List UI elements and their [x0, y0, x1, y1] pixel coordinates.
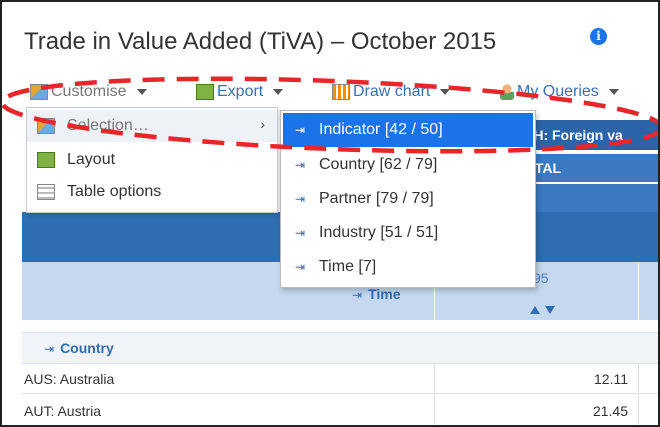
user-icon: [500, 84, 514, 100]
chevron-right-icon: ›: [260, 116, 265, 132]
menu-item-table-options[interactable]: Table options: [27, 176, 277, 208]
customise-icon: [30, 84, 48, 100]
my-queries-label: My Queries: [517, 83, 599, 100]
chevron-down-icon: [273, 89, 284, 95]
export-icon: [196, 84, 214, 100]
row-value: 21.45: [434, 396, 639, 425]
tab-arrow-icon: ⇥: [295, 192, 306, 206]
export-menu-button[interactable]: Export: [196, 80, 284, 104]
menu-item-selection[interactable]: Selection… ›: [27, 110, 277, 142]
tab-arrow-icon: ⇥: [295, 158, 306, 172]
table-row: AUS: Australia 12.11: [22, 364, 658, 394]
submenu-item-industry[interactable]: ⇥ Industry [51 / 51]: [283, 216, 533, 250]
customise-label: Customise: [51, 83, 127, 100]
country-dimension-row: ⇥ Country: [22, 332, 658, 364]
tab-arrow-icon: ⇥: [44, 342, 55, 356]
my-queries-menu-button[interactable]: My Queries: [500, 80, 619, 104]
row-country-name[interactable]: AUS: Australia: [24, 371, 114, 387]
tab-arrow-icon: ⇥: [295, 260, 306, 274]
time-label-text: Time: [368, 286, 401, 302]
submenu-item-label: Time [7]: [319, 258, 377, 275]
info-icon[interactable]: i: [590, 28, 607, 45]
submenu-item-indicator[interactable]: ⇥ Indicator [42 / 50]: [283, 113, 533, 147]
chevron-down-icon: [440, 89, 451, 95]
tab-arrow-icon: ⇥: [352, 288, 363, 302]
menu-item-label: Table options: [67, 183, 162, 200]
toolbar: Customise Export Draw chart My Queries: [24, 76, 658, 106]
row-value: 12.11: [434, 364, 639, 394]
chevron-down-icon: [608, 89, 619, 95]
country-label-text: Country: [60, 340, 114, 356]
customise-dropdown-menu: Selection… › Layout Table options: [26, 107, 278, 213]
selection-icon: [37, 118, 55, 134]
app-frame: Trade in Value Added (TiVA) – October 20…: [0, 0, 660, 427]
submenu-item-partner[interactable]: ⇥ Partner [79 / 79]: [283, 182, 533, 216]
submenu-item-time[interactable]: ⇥ Time [7]: [283, 250, 533, 284]
table-row: AUT: Austria 21.45: [22, 396, 658, 425]
submenu-item-label: Partner [79 / 79]: [319, 190, 434, 207]
submenu-item-label: Country [62 / 79]: [319, 156, 438, 173]
customise-menu-button[interactable]: Customise: [30, 80, 147, 104]
time-dimension-label[interactable]: ⇥ Time: [352, 286, 401, 302]
submenu-item-label: Indicator [42 / 50]: [319, 121, 443, 138]
row-country-name[interactable]: AUT: Austria: [24, 403, 101, 419]
menu-item-layout[interactable]: Layout: [27, 144, 277, 176]
menu-item-label: Layout: [67, 151, 116, 168]
tab-arrow-icon: ⇥: [295, 226, 306, 240]
chart-icon: [332, 84, 350, 100]
menu-item-label: Selection…: [67, 117, 149, 134]
selection-submenu: ⇥ Indicator [42 / 50] ⇥ Country [62 / 79…: [280, 110, 536, 288]
draw-chart-label: Draw chart: [353, 83, 431, 100]
sort-ascending-icon[interactable]: [530, 306, 540, 314]
page-title: Trade in Value Added (TiVA) – October 20…: [24, 28, 497, 55]
submenu-item-label: Industry [51 / 51]: [319, 224, 439, 241]
export-label: Export: [217, 83, 264, 100]
submenu-item-country[interactable]: ⇥ Country [62 / 79]: [283, 148, 533, 182]
sort-descending-icon[interactable]: [545, 306, 555, 314]
draw-chart-menu-button[interactable]: Draw chart: [332, 80, 451, 104]
table-options-icon: [37, 184, 55, 200]
tab-arrow-icon: ⇥: [295, 123, 306, 137]
layout-icon: [37, 152, 55, 168]
chevron-down-icon: [136, 89, 147, 95]
country-dimension-label[interactable]: ⇥ Country: [44, 340, 114, 356]
